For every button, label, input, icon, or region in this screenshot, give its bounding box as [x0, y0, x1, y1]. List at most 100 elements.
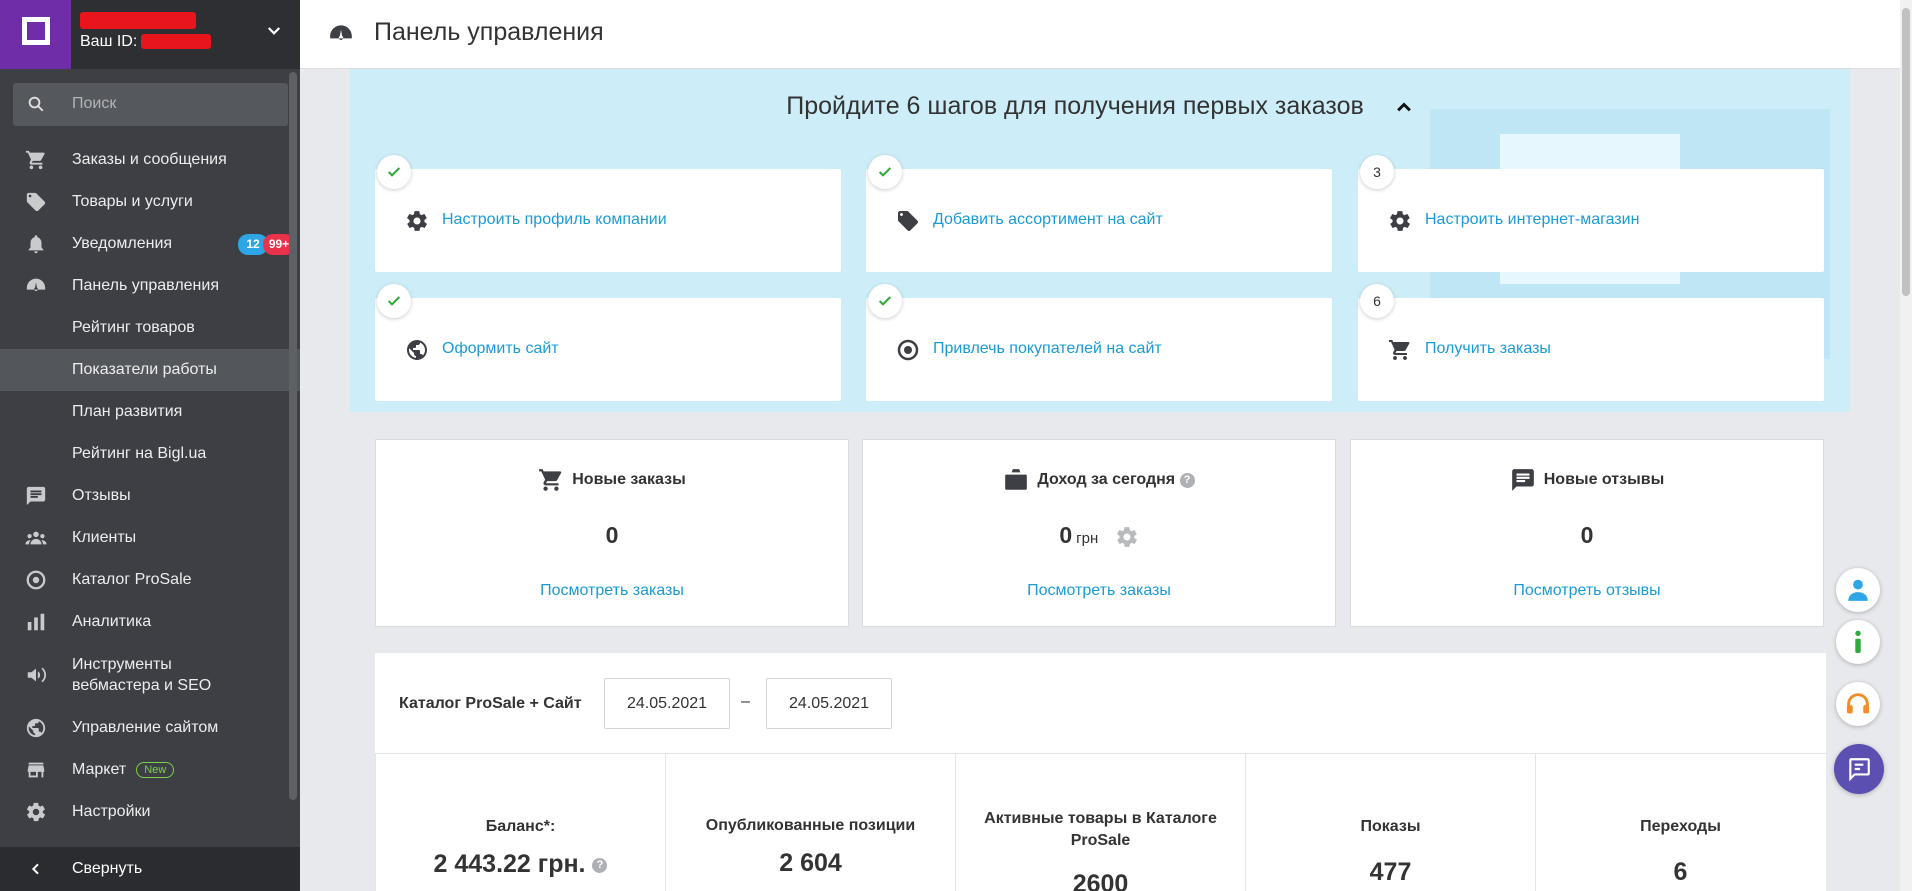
sidebar-item-reviews[interactable]: Отзывы: [0, 475, 300, 517]
stat-clicks: Переходы 6: [1535, 754, 1825, 891]
stat-published-items: Опубликованные позиции 2 604: [665, 754, 955, 891]
account-id: Ваш ID:: [80, 33, 212, 51]
step-design-site[interactable]: Оформить сайт: [375, 284, 841, 401]
sidebar-item-bigl-rating[interactable]: Рейтинг на Bigl.ua: [0, 433, 300, 475]
search-input[interactable]: Поиск: [13, 83, 288, 126]
step-link[interactable]: Оформить сайт: [442, 340, 559, 358]
bell-icon: [28, 235, 44, 254]
source-filter-label: Каталог ProSale + Сайт: [399, 695, 582, 712]
stat-impressions: Показы 477: [1245, 754, 1535, 891]
step-link[interactable]: Привлечь покупателей на сайт: [933, 340, 1162, 358]
person-icon: [1848, 579, 1868, 601]
sidebar-scrollbar[interactable]: [289, 72, 297, 800]
stat-label: Переходы: [1640, 818, 1721, 835]
manager-contact-button[interactable]: [1836, 568, 1880, 612]
people-icon: [25, 531, 47, 545]
sidebar-item-dashboard[interactable]: Панель управления: [0, 265, 300, 307]
sidebar-item-label: Управление сайтом: [72, 719, 219, 736]
stat-label: Показы: [1360, 818, 1421, 835]
card-title: Доход за сегодня ?: [863, 467, 1335, 493]
stat-label: Активные товары в Каталоге ProSale: [956, 808, 1245, 852]
info-button[interactable]: [1836, 620, 1880, 664]
stat-value: 2 604: [779, 849, 842, 877]
check-icon: [387, 296, 401, 306]
sidebar-item-label: Показатели работы: [72, 361, 217, 378]
stat-label: Баланс*:: [485, 818, 556, 835]
step-link[interactable]: Добавить ассортимент на сайт: [933, 211, 1163, 229]
label-line-1: Активные товары в Каталоге: [984, 810, 1217, 827]
brand-logo[interactable]: [0, 0, 71, 69]
step-company-profile[interactable]: Настроить профиль компании: [375, 155, 841, 272]
redacted-id: [141, 34, 212, 50]
check-icon: [387, 167, 401, 177]
step-link[interactable]: Получить заказы: [1425, 340, 1551, 358]
globe-icon: [407, 340, 427, 360]
stat-value: 2 443.22 грн. ?: [376, 850, 665, 879]
target-icon: [26, 570, 46, 590]
sidebar-item-label: Заказы и сообщения: [72, 151, 227, 168]
step-add-assortment[interactable]: Добавить ассортимент на сайт: [866, 155, 1332, 272]
tag-icon: [898, 211, 918, 231]
globe-icon: [26, 718, 46, 738]
dashboard-icon: [330, 25, 352, 40]
steps-title[interactable]: Пройдите 6 шагов для получения первых за…: [350, 92, 1850, 121]
stats-panel: Каталог ProSale + Сайт 24.05.2021 – 24.0…: [375, 653, 1826, 891]
headset-icon: [1846, 693, 1870, 714]
check-icon: [878, 296, 892, 306]
help-icon[interactable]: ?: [592, 857, 608, 873]
help-icon[interactable]: ?: [1179, 472, 1195, 488]
step-attract-buyers[interactable]: Привлечь покупателей на сайт: [866, 284, 1332, 401]
store-icon: [27, 762, 45, 778]
card-value: 0: [605, 522, 619, 548]
card-value: 0: [1580, 522, 1594, 548]
card-title-text: Новые заказы: [572, 471, 686, 489]
step-online-store[interactable]: 3 Настроить интернет-магазин: [1358, 155, 1824, 272]
account-header[interactable]: Ваш ID:: [0, 0, 300, 69]
new-orders-card: Новые заказы 0 Посмотреть заказы: [375, 439, 849, 627]
sidebar-item-notifications[interactable]: Уведомления 12 99+: [0, 223, 300, 265]
date-separator: –: [741, 693, 750, 710]
view-reviews-link[interactable]: Посмотреть отзывы: [1351, 582, 1823, 600]
info-icon: [1855, 630, 1861, 653]
balance-value: 2 443.22 грн.: [433, 850, 586, 878]
page-scrollbar-thumb[interactable]: [1902, 8, 1910, 296]
sidebar-item-prosale-catalog[interactable]: Каталог ProSale: [0, 559, 300, 601]
sidebar-item-product-rating[interactable]: Рейтинг товаров: [0, 307, 300, 349]
support-button[interactable]: [1836, 682, 1880, 726]
new-badge: New: [136, 762, 175, 778]
sidebar-item-site-management[interactable]: Управление сайтом: [0, 707, 300, 749]
view-orders-link[interactable]: Посмотреть заказы: [376, 582, 848, 600]
sidebar-item-orders[interactable]: Заказы и сообщения: [0, 139, 300, 181]
step-number-marker: 3: [1360, 155, 1394, 189]
sidebar: Ваш ID: Поиск Заказы и сообщения Товары …: [0, 0, 300, 891]
gear-icon: [1390, 211, 1410, 231]
sidebar-item-clients[interactable]: Клиенты: [0, 517, 300, 559]
sidebar-item-market[interactable]: Маркет New: [0, 749, 300, 791]
sidebar-item-webmaster-tools[interactable]: Инструменты вебмастера и SEO: [0, 643, 300, 707]
comment-icon: [1511, 469, 1534, 491]
sidebar-item-performance[interactable]: Показатели работы: [0, 349, 300, 391]
view-orders-link[interactable]: Посмотреть заказы: [863, 582, 1335, 600]
step-link[interactable]: Настроить профиль компании: [442, 211, 667, 229]
sidebar-item-label: Клиенты: [72, 529, 137, 546]
cart-icon: [25, 150, 45, 170]
sidebar-item-analytics[interactable]: Аналитика: [0, 601, 300, 643]
date-to-input[interactable]: 24.05.2021: [766, 678, 892, 729]
bar-chart-icon: [27, 613, 45, 631]
cart-icon: [1389, 340, 1410, 360]
sidebar-item-products[interactable]: Товары и услуги: [0, 181, 300, 223]
chat-button[interactable]: [1834, 744, 1884, 794]
collapse-sidebar-button[interactable]: Свернуть: [0, 847, 300, 891]
chevron-up-icon[interactable]: [1394, 97, 1414, 117]
wallet-icon: [1005, 469, 1028, 490]
gear-icon[interactable]: [1115, 525, 1139, 549]
step-done-marker: [377, 284, 411, 318]
sidebar-item-development-plan[interactable]: План развития: [0, 391, 300, 433]
step-link[interactable]: Настроить интернет-магазин: [1425, 211, 1639, 229]
chevron-down-icon[interactable]: [265, 22, 283, 40]
step-get-orders[interactable]: 6 Получить заказы: [1358, 284, 1824, 401]
date-from-input[interactable]: 24.05.2021: [604, 678, 730, 729]
sidebar-item-label: Инструменты вебмастера и SEO: [72, 654, 211, 696]
sidebar-item-settings[interactable]: Настройки: [0, 791, 300, 833]
card-title: Новые отзывы: [1351, 467, 1823, 493]
